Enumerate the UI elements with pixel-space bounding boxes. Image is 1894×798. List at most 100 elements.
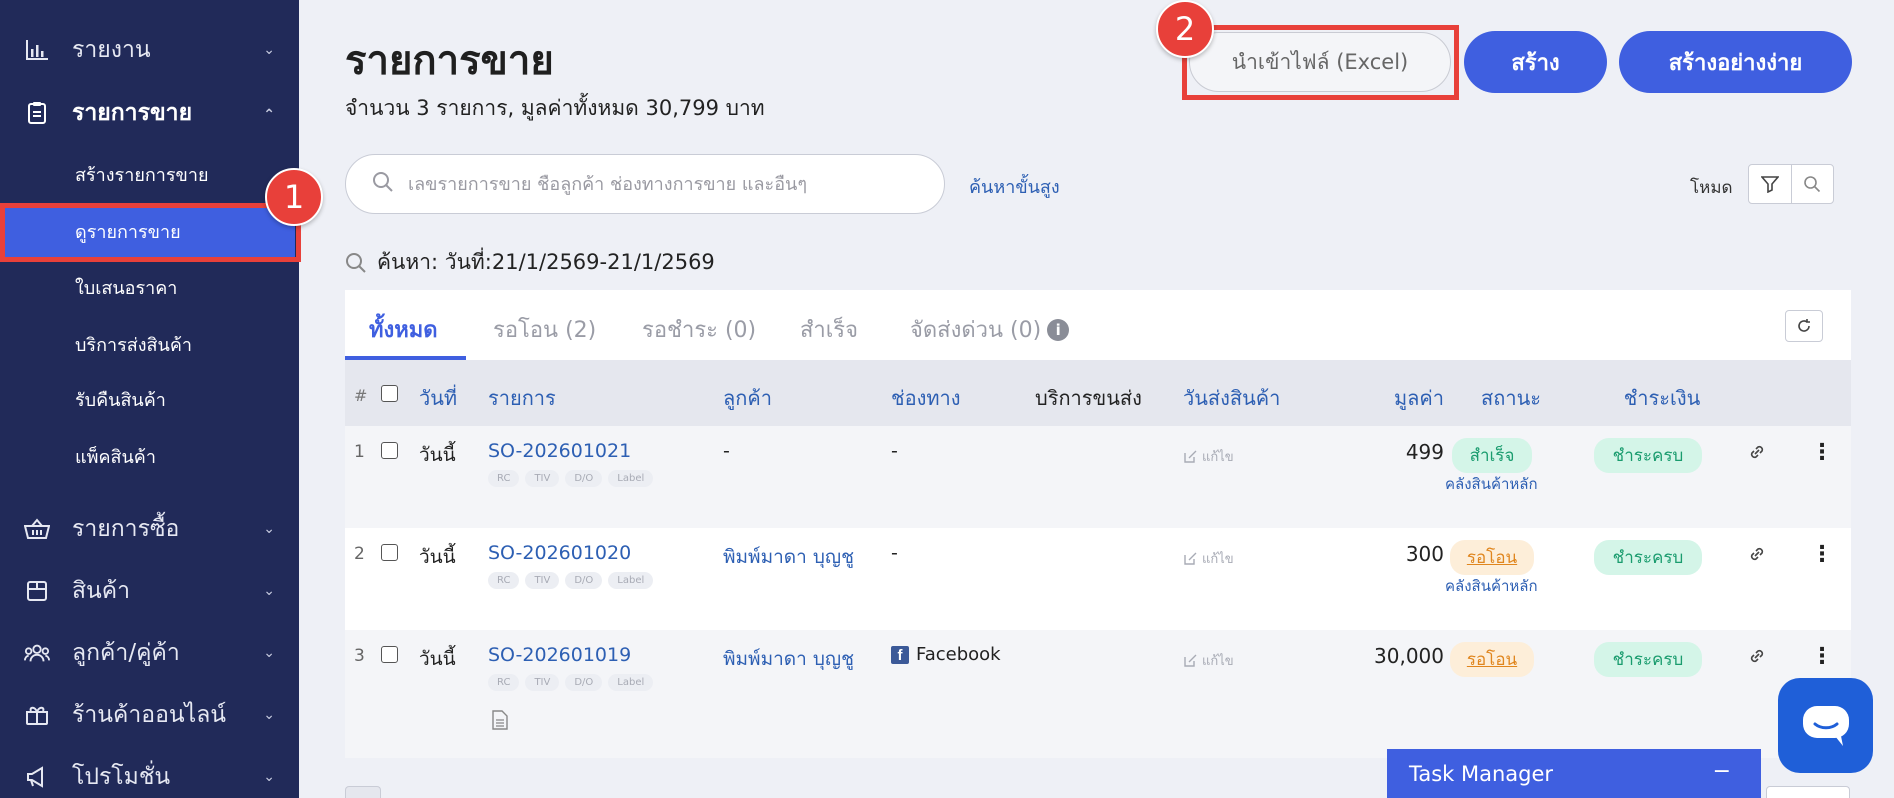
sidebar-subitem-quotation[interactable]: ใบเสนอราคา bbox=[0, 260, 299, 314]
task-manager-title: Task Manager bbox=[1409, 761, 1554, 786]
sidebar-item-reports[interactable]: รายงาน ⌄ bbox=[0, 20, 299, 80]
tag-do[interactable]: D/O bbox=[565, 572, 603, 589]
refresh-button[interactable] bbox=[1785, 310, 1823, 342]
facebook-icon: f bbox=[891, 645, 909, 664]
tab-awaiting-payment[interactable]: รอชำระ (0) bbox=[642, 312, 756, 347]
more-options-icon[interactable]: ⋮ bbox=[1811, 542, 1833, 567]
sidebar-item-sales[interactable]: รายการขาย ⌃ bbox=[0, 83, 299, 143]
row-value: 30,000 bbox=[1374, 644, 1444, 668]
col-date[interactable]: วันที่ bbox=[419, 382, 457, 414]
document-icon[interactable] bbox=[492, 710, 508, 734]
sidebar-item-label: สินค้า bbox=[72, 578, 131, 604]
col-value[interactable]: มูลค่า bbox=[1350, 382, 1444, 414]
edit-icon bbox=[1184, 552, 1197, 565]
tag-tiv[interactable]: TIV bbox=[525, 470, 560, 487]
tag-label[interactable]: Label bbox=[608, 572, 654, 589]
edit-ship-date[interactable]: แก้ไข bbox=[1183, 548, 1234, 569]
tag-do[interactable]: D/O bbox=[565, 470, 603, 487]
row-checkbox[interactable] bbox=[381, 442, 398, 459]
tag-tiv[interactable]: TIV bbox=[525, 674, 560, 691]
sidebar-subitem-returns[interactable]: รับคืนสินค้า bbox=[0, 372, 299, 426]
order-link[interactable]: SO-202601019 bbox=[488, 644, 631, 666]
tag-label[interactable]: Label bbox=[608, 470, 654, 487]
chevron-down-icon: ⌄ bbox=[263, 583, 275, 599]
row-customer[interactable]: พิมพ์มาดา บุญชู bbox=[723, 542, 854, 572]
link-icon[interactable] bbox=[1747, 544, 1767, 568]
refresh-icon bbox=[1798, 319, 1810, 332]
chat-button[interactable] bbox=[1778, 678, 1873, 773]
status-badge[interactable]: รอโอน bbox=[1450, 540, 1534, 575]
row-checkbox[interactable] bbox=[381, 544, 398, 561]
col-order[interactable]: รายการ bbox=[488, 382, 556, 414]
sidebar-subitem-shipping-service[interactable]: บริการส่งสินค้า bbox=[0, 317, 299, 371]
tag-rc[interactable]: RC bbox=[488, 674, 520, 691]
row-customer[interactable]: พิมพ์มาดา บุญชู bbox=[723, 644, 854, 674]
warehouse-link[interactable]: คลังสินค้าหลัก bbox=[1445, 472, 1538, 496]
order-link[interactable]: SO-202601020 bbox=[488, 542, 631, 564]
table-header: # วันที่ รายการ ลูกค้า ช่องทาง บริการขนส… bbox=[345, 360, 1851, 426]
col-customer[interactable]: ลูกค้า bbox=[723, 382, 772, 414]
payment-badge[interactable]: ชำระครบ bbox=[1594, 642, 1702, 677]
col-status[interactable]: สถานะ bbox=[1464, 382, 1558, 414]
col-payment[interactable]: ชำระเงิน bbox=[1607, 382, 1717, 414]
sidebar-subitem-create-sale[interactable]: สร้างรายการขาย bbox=[0, 147, 299, 201]
status-tabs: ทั้งหมด รอโอน (2) รอชำระ (0) สำเร็จ จัดส… bbox=[345, 290, 1851, 360]
payment-badge[interactable]: ชำระครบ bbox=[1594, 438, 1702, 473]
more-options-icon[interactable]: ⋮ bbox=[1811, 644, 1833, 669]
pagination-control[interactable] bbox=[345, 786, 381, 798]
sidebar-item-label: รายงาน bbox=[72, 37, 151, 63]
edit-ship-date[interactable]: แก้ไข bbox=[1183, 650, 1234, 671]
status-badge[interactable]: สำเร็จ bbox=[1452, 438, 1532, 473]
payment-badge[interactable]: ชำระครบ bbox=[1594, 540, 1702, 575]
tab-awaiting-transfer[interactable]: รอโอน (2) bbox=[493, 312, 596, 347]
tab-all[interactable]: ทั้งหมด bbox=[369, 312, 438, 347]
filter-mode-button[interactable] bbox=[1749, 165, 1792, 203]
select-all-checkbox[interactable] bbox=[381, 385, 398, 402]
megaphone-icon bbox=[24, 764, 50, 790]
users-icon bbox=[24, 640, 50, 666]
page-summary: จำนวน 3 รายการ, มูลค่าทั้งหมด 30,799 บาท bbox=[345, 96, 765, 120]
document-tags: RC TIV D/O Label bbox=[488, 572, 654, 589]
row-number: 3 bbox=[354, 646, 365, 666]
status-badge[interactable]: รอโอน bbox=[1450, 642, 1534, 677]
col-channel[interactable]: ช่องทาง bbox=[891, 382, 961, 414]
document-tags: RC TIV D/O Label bbox=[488, 470, 654, 487]
sidebar-item-promotions[interactable]: โปรโมชั่น ⌄ bbox=[0, 747, 299, 798]
row-value: 499 bbox=[1405, 440, 1444, 464]
sidebar-item-products[interactable]: สินค้า ⌄ bbox=[0, 561, 299, 621]
create-button[interactable]: สร้าง bbox=[1464, 31, 1607, 93]
tag-label[interactable]: Label bbox=[608, 674, 654, 691]
tab-completed[interactable]: สำเร็จ bbox=[800, 312, 858, 347]
edit-ship-date[interactable]: แก้ไข bbox=[1183, 446, 1234, 467]
filter-icon bbox=[1760, 176, 1779, 193]
page-size-select[interactable] bbox=[1766, 786, 1850, 798]
warehouse-link[interactable]: คลังสินค้าหลัก bbox=[1445, 574, 1538, 598]
annotation-badge-1: 1 bbox=[265, 168, 323, 226]
tag-rc[interactable]: RC bbox=[488, 470, 520, 487]
col-ship-date[interactable]: วันส่งสินค้า bbox=[1183, 382, 1280, 414]
tag-do[interactable]: D/O bbox=[565, 674, 603, 691]
sidebar-subitem-packing[interactable]: แพ็คสินค้า bbox=[0, 429, 299, 483]
search-icon bbox=[372, 171, 394, 197]
sidebar-item-purchases[interactable]: รายการซื้อ ⌄ bbox=[0, 499, 299, 559]
tag-tiv[interactable]: TIV bbox=[525, 572, 560, 589]
search-mode-button[interactable] bbox=[1792, 165, 1834, 203]
search-input[interactable] bbox=[408, 173, 908, 195]
box-icon bbox=[24, 578, 50, 604]
link-icon[interactable] bbox=[1747, 442, 1767, 466]
minimize-button[interactable]: − bbox=[1713, 759, 1731, 784]
more-options-icon[interactable]: ⋮ bbox=[1811, 440, 1833, 465]
chevron-down-icon: ⌄ bbox=[263, 42, 275, 58]
tag-rc[interactable]: RC bbox=[488, 572, 520, 589]
quick-create-button[interactable]: สร้างอย่างง่าย bbox=[1619, 31, 1852, 93]
task-manager-panel[interactable]: Task Manager − bbox=[1387, 749, 1761, 798]
row-date: วันนี้ bbox=[419, 546, 456, 568]
advanced-search-link[interactable]: ค้นหาขั้นสูง bbox=[969, 172, 1060, 201]
sidebar: รายงาน ⌄ รายการขาย ⌃ สร้างรายการขาย ดูรา… bbox=[0, 0, 299, 798]
order-link[interactable]: SO-202601021 bbox=[488, 440, 631, 462]
sidebar-item-customers[interactable]: ลูกค้า/คู่ค้า ⌄ bbox=[0, 623, 299, 683]
sidebar-item-online-store[interactable]: ร้านค้าออนไลน์ ⌄ bbox=[0, 685, 299, 745]
row-checkbox[interactable] bbox=[381, 646, 398, 663]
link-icon[interactable] bbox=[1747, 646, 1767, 670]
tab-express-shipping[interactable]: จัดส่งด่วน (0) i bbox=[910, 312, 1070, 347]
